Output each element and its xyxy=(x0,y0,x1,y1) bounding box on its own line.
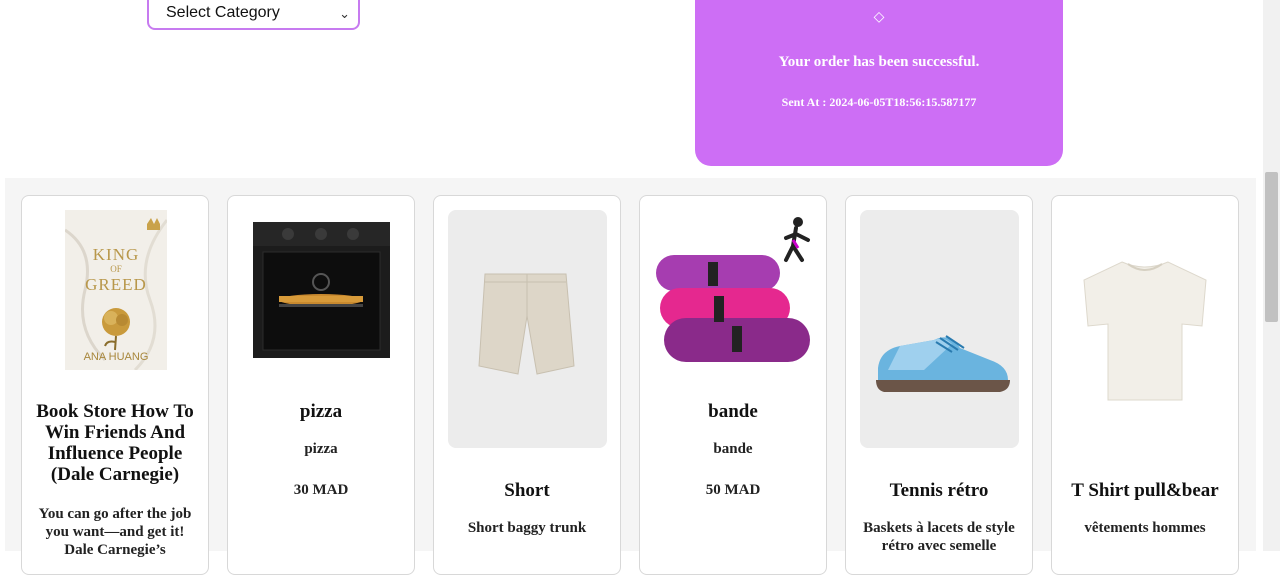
shorts-image xyxy=(448,210,607,448)
product-name: bande xyxy=(708,401,758,422)
order-success-toast: ◇ Your order has been successful. Sent A… xyxy=(695,0,1063,166)
product-description: pizza xyxy=(304,441,338,457)
product-name: Book Store How To Win Friends And Influe… xyxy=(36,401,194,485)
toast-sent-at: Sent At : 2024-06-05T18:56:15.587177 xyxy=(781,95,977,109)
product-card[interactable]: pizza pizza 30 MAD xyxy=(227,195,415,575)
product-description: vêtements hommes xyxy=(1084,520,1206,536)
book-cover-title-1: KING xyxy=(93,245,140,264)
book-cover-image: KING OF GREED ANA HUANG xyxy=(64,210,169,372)
oven-image xyxy=(253,222,390,358)
product-card[interactable]: Tennis rétro Baskets à lacets de style r… xyxy=(845,195,1033,575)
product-description: Short baggy trunk xyxy=(467,520,587,536)
tshirt-image xyxy=(1066,210,1225,448)
book-cover-title-3: GREED xyxy=(85,275,147,294)
category-select[interactable]: Select Category ⌄ xyxy=(147,0,360,30)
toast-message: Your order has been successful. xyxy=(778,54,980,70)
product-card[interactable]: T Shirt pull&bear vêtements hommes xyxy=(1051,195,1239,575)
product-card[interactable]: bande bande 50 MAD xyxy=(639,195,827,575)
page-scrollbar[interactable] xyxy=(1263,0,1280,551)
product-name: pizza xyxy=(299,401,343,422)
book-cover-title-2: OF xyxy=(110,264,122,274)
product-price: 50 MAD xyxy=(705,482,761,498)
category-select-label: Select Category xyxy=(166,4,280,21)
product-description: bande xyxy=(713,441,753,457)
product-description: Baskets à lacets de style rétro avec sem… xyxy=(863,520,1015,554)
product-price: 30 MAD xyxy=(293,482,349,498)
product-card[interactable]: Short Short baggy trunk xyxy=(433,195,621,575)
scrollbar-thumb[interactable] xyxy=(1265,172,1278,322)
product-name: Tennis rétro xyxy=(889,480,989,501)
chevron-down-icon: ⌄ xyxy=(339,5,350,21)
sneaker-image xyxy=(860,210,1019,448)
product-card[interactable]: KING OF GREED ANA HUANG Book Store How T… xyxy=(21,195,209,575)
diamond-icon: ◇ xyxy=(873,9,885,25)
product-name: T Shirt pull&bear xyxy=(1071,480,1219,501)
resistance-bands-image xyxy=(652,210,816,366)
book-cover-author: ANA HUANG xyxy=(84,351,149,363)
product-name: Short xyxy=(504,480,550,501)
